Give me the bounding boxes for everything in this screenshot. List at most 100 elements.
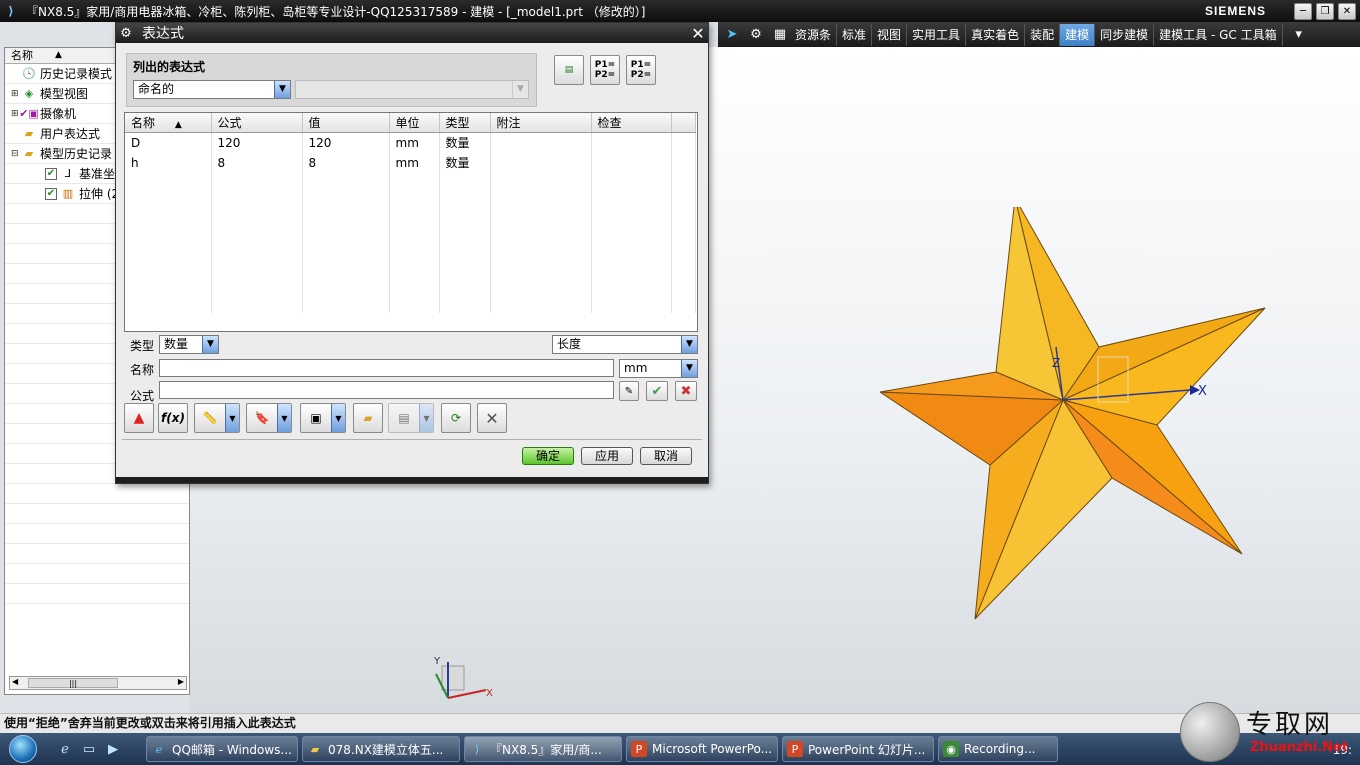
- units-value: mm: [624, 361, 648, 375]
- list-icon: ▤: [398, 411, 410, 425]
- table-empty-row: [125, 252, 696, 273]
- import-expressions-button[interactable]: P1= P2=: [590, 55, 620, 85]
- cell-type: 数量: [439, 132, 491, 153]
- minimize-button[interactable]: ─: [1294, 2, 1312, 20]
- dimensionality-select[interactable]: 长度 ▼: [552, 335, 698, 354]
- scroll-left-icon[interactable]: ◀: [12, 677, 18, 686]
- open-file-button[interactable]: ▰: [353, 403, 383, 433]
- toolbar-view[interactable]: 视图: [872, 23, 908, 46]
- dialog-titlebar[interactable]: ⚙ 表达式 ✕: [116, 23, 708, 43]
- edit-formula-button[interactable]: ✎: [619, 381, 639, 401]
- column-header-comment[interactable]: 附注: [490, 113, 592, 133]
- table-row[interactable]: D 120 120 mm 数量: [125, 132, 696, 153]
- column-header-type[interactable]: 类型: [439, 113, 491, 133]
- chevron-down-icon[interactable]: ▼: [331, 404, 345, 432]
- apply-button[interactable]: 应用: [581, 447, 633, 465]
- toolbar-resource-bar[interactable]: 资源条: [790, 23, 838, 46]
- taskbar-item-qq-mail[interactable]: ℯ QQ邮箱 - Windows...: [146, 736, 298, 762]
- spreadsheet-edit-button[interactable]: ▤: [554, 55, 584, 85]
- column-header-units[interactable]: 单位: [389, 113, 440, 133]
- gear-icon[interactable]: ⚙: [746, 25, 766, 45]
- export-expressions-button[interactable]: P1= P2=: [626, 55, 656, 85]
- tree-empty-row: [5, 484, 189, 504]
- checkbox-checked-icon[interactable]: ✔: [45, 167, 57, 180]
- chevron-down-icon[interactable]: ▼: [277, 404, 291, 432]
- close-icon[interactable]: ✕: [688, 24, 708, 43]
- toolbar-true-shading[interactable]: 真实着色: [966, 23, 1026, 46]
- restore-button[interactable]: ❐: [1316, 2, 1334, 20]
- scroll-right-icon[interactable]: ▶: [178, 677, 184, 686]
- part-parameters-button[interactable]: ▣ ▼: [300, 403, 346, 433]
- collapse-icon[interactable]: ⊟: [11, 144, 21, 164]
- formula-input[interactable]: [159, 381, 614, 399]
- name-input[interactable]: [159, 359, 614, 377]
- column-header-name[interactable]: 名称 ▲: [125, 113, 212, 133]
- chevron-down-icon[interactable]: ▼: [681, 360, 697, 377]
- column-header-value[interactable]: 值: [302, 113, 390, 133]
- ok-button[interactable]: 确定: [522, 447, 574, 465]
- list-filter-select[interactable]: 命名的 ▼: [133, 80, 291, 99]
- powerpoint-icon: P: [631, 741, 647, 757]
- task-label: 078.NX建模立体五...: [328, 742, 444, 757]
- cell-check: [591, 132, 672, 153]
- type-select[interactable]: 数量 ▼: [159, 335, 219, 354]
- reference-button[interactable]: 🔖 ▼: [246, 403, 292, 433]
- nx-menu-icon[interactable]: ➤: [722, 25, 742, 45]
- star-model[interactable]: X Z: [880, 207, 1280, 627]
- reject-edit-button[interactable]: ✖: [675, 381, 697, 401]
- checkbox-checked-icon[interactable]: ✔: [45, 187, 57, 200]
- functions-label: f(x): [161, 411, 185, 425]
- toolbar-assemblies[interactable]: 装配: [1025, 23, 1061, 46]
- type-value: 数量: [164, 337, 189, 351]
- measure-distance-button[interactable]: 📏 ▼: [194, 403, 240, 433]
- units-select[interactable]: mm ▼: [619, 359, 698, 378]
- taskbar-item-powerpoint[interactable]: P Microsoft PowerPo...: [626, 736, 778, 762]
- toolbar-options-icon[interactable]: ▾: [1289, 25, 1309, 45]
- ie-icon[interactable]: ℯ: [56, 740, 74, 758]
- cell-formula: 120: [211, 132, 303, 153]
- measure-up-button[interactable]: ▲: [124, 403, 154, 433]
- dialog-title: 表达式: [142, 26, 184, 42]
- expressions-table[interactable]: 名称 ▲ 公式 值 单位 类型 附注 检查 D 120 120 mm 数量 h …: [124, 112, 698, 332]
- gear-icon[interactable]: ⚙: [116, 26, 136, 41]
- chevron-down-icon[interactable]: ▼: [274, 81, 290, 98]
- toolbar-gc-toolkit[interactable]: 建模工具 - GC 工具箱: [1154, 23, 1283, 46]
- expand-icon[interactable]: ⊞: [11, 84, 21, 104]
- grid-icon[interactable]: ▦: [770, 25, 790, 45]
- task-label: 『NX8.5』家用/商...: [490, 742, 602, 757]
- cancel-button[interactable]: 取消: [640, 447, 692, 465]
- taskbar-item-nx[interactable]: ⟩ 『NX8.5』家用/商...: [464, 736, 622, 762]
- chevron-down-icon[interactable]: ▼: [202, 336, 218, 353]
- show-desktop-icon[interactable]: ▭: [80, 740, 98, 758]
- scrollbar-thumb[interactable]: |||: [28, 678, 118, 688]
- taskbar-item-slideshow[interactable]: P PowerPoint 幻灯片...: [782, 736, 934, 762]
- close-window-button[interactable]: ✕: [1338, 2, 1356, 20]
- taskbar-item-recording[interactable]: ◉ Recording...: [938, 736, 1058, 762]
- nx-logo-icon: ⟩: [474, 742, 480, 756]
- task-label: Microsoft PowerPo...: [652, 742, 773, 756]
- column-header-check[interactable]: 检查: [591, 113, 672, 133]
- start-button[interactable]: [0, 733, 46, 765]
- chevron-down-icon[interactable]: ▼: [681, 336, 697, 353]
- refresh-values-button[interactable]: ⟳: [441, 403, 471, 433]
- table-header-row: 名称 ▲ 公式 值 单位 类型 附注 检查: [125, 113, 696, 133]
- navigator-column-name: 名称: [11, 49, 33, 62]
- delete-button[interactable]: ✕: [477, 403, 507, 433]
- navigator-horizontal-scrollbar[interactable]: ◀ ||| ▶: [9, 676, 187, 690]
- functions-button[interactable]: f(x): [158, 403, 188, 433]
- toolbar-utilities[interactable]: 实用工具: [907, 23, 967, 46]
- toolbar-sync-modeling[interactable]: 同步建模: [1095, 23, 1155, 46]
- toolbar-standard[interactable]: 标准: [837, 23, 873, 46]
- media-player-icon[interactable]: ▶: [104, 740, 122, 758]
- list-filter-secondary-select: ▼: [295, 80, 529, 99]
- chevron-down-icon[interactable]: ▼: [225, 404, 239, 432]
- taskbar-item-folder[interactable]: ▰ 078.NX建模立体五...: [302, 736, 460, 762]
- window-title: 『NX8.5』家用/商用电器冰箱、冷柜、陈列柜、岛柜等专业设计-QQ125317…: [26, 4, 646, 19]
- table-empty-row: [125, 192, 696, 213]
- table-row[interactable]: h 8 8 mm 数量: [125, 152, 696, 173]
- siemens-brand: SIEMENS: [1204, 4, 1266, 18]
- toolbar-modeling[interactable]: 建模: [1060, 23, 1096, 46]
- cell-comment: [490, 132, 592, 153]
- column-header-formula[interactable]: 公式: [211, 113, 303, 133]
- accept-edit-button[interactable]: ✔: [646, 381, 668, 401]
